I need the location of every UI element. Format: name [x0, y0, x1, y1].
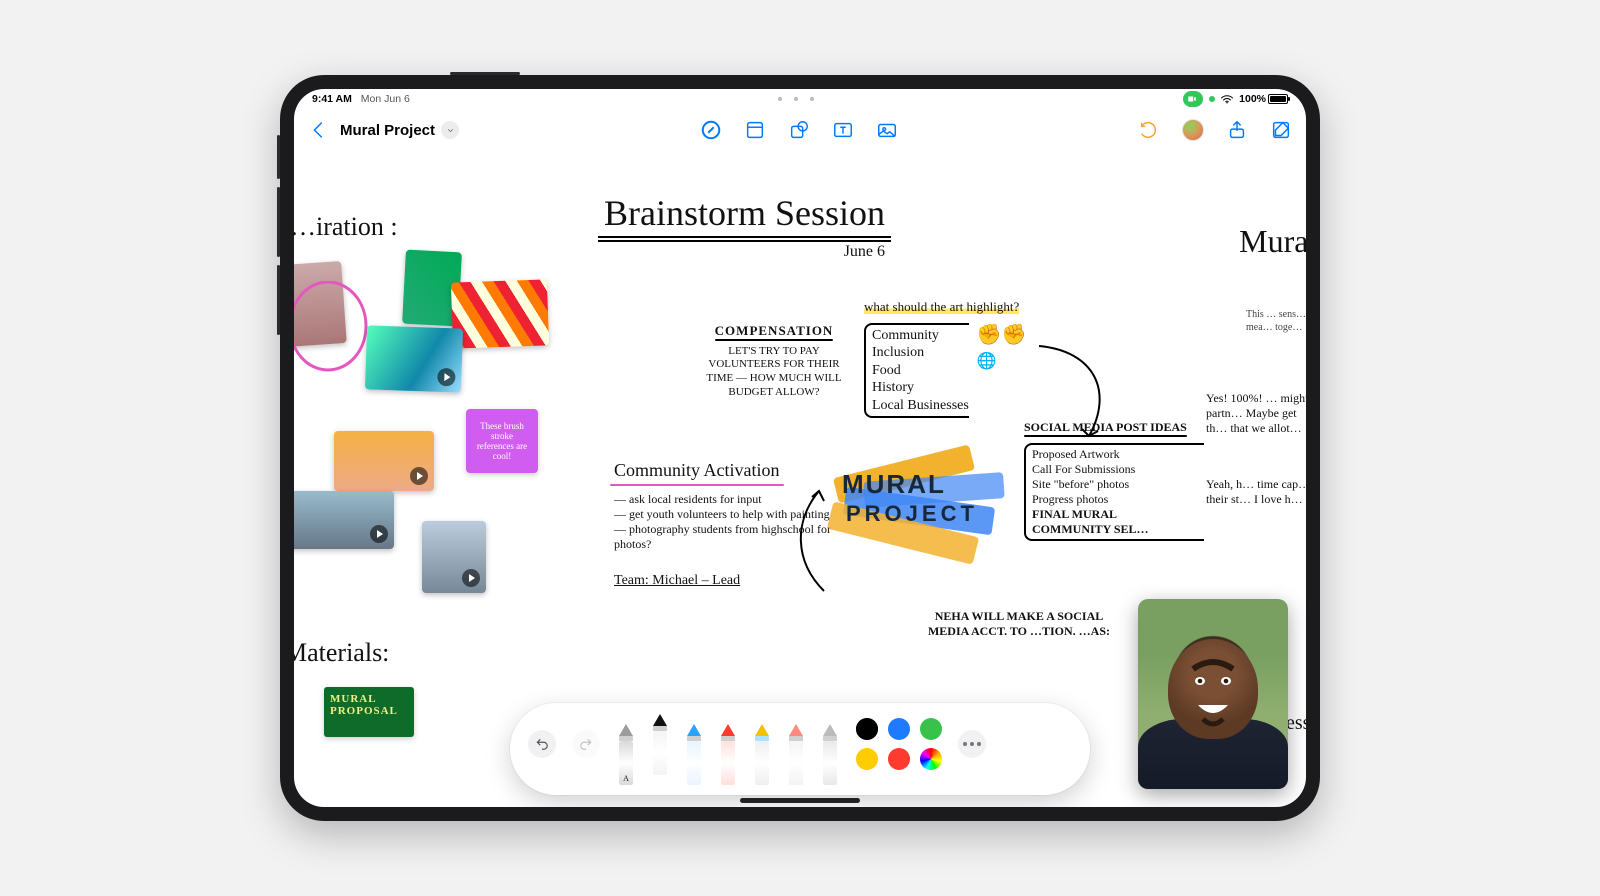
undo-button[interactable]: [528, 730, 556, 758]
compensation-body: LET'S TRY TO PAY VOLUNTEERS FOR THEIR TI…: [694, 345, 854, 400]
compensation-heading: COMPENSATION: [715, 323, 834, 339]
highlight-question: what should the art highlight?: [864, 299, 1019, 314]
status-date: Mon Jun 6: [361, 93, 410, 105]
play-icon: [462, 569, 480, 587]
play-icon: [437, 368, 456, 387]
materials-heading: Materials:: [294, 637, 389, 670]
screen: 9:41 AM Mon Jun 6 100%: [294, 89, 1306, 807]
status-time: 9:41 AM: [312, 93, 352, 105]
facetime-pip[interactable]: [1138, 599, 1288, 789]
app-toolbar: Mural Project: [294, 109, 1306, 151]
share-icon[interactable]: [1226, 119, 1248, 141]
play-icon: [370, 525, 388, 543]
board-title[interactable]: Mural Project: [340, 122, 435, 139]
color-swatch[interactable]: [856, 748, 878, 770]
photo-thumb[interactable]: [422, 521, 486, 593]
photo-thumb[interactable]: [334, 431, 434, 491]
location-dot: [1209, 96, 1215, 102]
fist-doodle: ✊✊🌐: [977, 323, 1027, 419]
multitask-dots[interactable]: [778, 97, 814, 101]
tool-ruler[interactable]: [820, 724, 840, 785]
battery-indicator: 100%: [1239, 93, 1288, 105]
tool-row: A: [616, 724, 840, 785]
right-paragraph: This … sens… mea… toge…: [1246, 309, 1306, 334]
collaborator-avatar[interactable]: [1182, 119, 1204, 141]
photo-thumb[interactable]: [365, 325, 463, 392]
canvas-title-date: June 6: [604, 242, 885, 262]
photo-thumb[interactable]: [294, 491, 394, 549]
tool-highlighter[interactable]: [718, 724, 738, 785]
sticky-note[interactable]: These brush stroke references are cool!: [466, 409, 538, 473]
color-swatch[interactable]: [888, 748, 910, 770]
compose-icon[interactable]: [1270, 119, 1292, 141]
pencil-palette: A: [510, 703, 1090, 795]
tool-eraser[interactable]: [786, 724, 806, 785]
social-heading: SOCIAL MEDIA POST IDEAS: [1024, 420, 1187, 435]
tool-pen[interactable]: [650, 714, 670, 775]
highlight-list: Community Inclusion Food History Local B…: [864, 323, 969, 419]
tool-paint[interactable]: [752, 724, 772, 785]
face-illustration: [1168, 639, 1258, 739]
proposal-card[interactable]: MURAL PROPOSAL: [324, 687, 414, 737]
tool-pencil[interactable]: A: [616, 724, 636, 785]
pen-tool-icon[interactable]: [700, 119, 722, 141]
activation-heading: Community Activation: [614, 459, 780, 482]
sticky-note-icon[interactable]: [744, 119, 766, 141]
wifi-icon: [1221, 95, 1233, 104]
volume-button: [277, 135, 280, 179]
mural-logo: MURAL PROJECT: [824, 451, 1004, 571]
social-list: Proposed Artwork Call For Submissions Si…: [1024, 443, 1204, 541]
title-menu-button[interactable]: [441, 121, 459, 139]
ipad-device-frame: 9:41 AM Mon Jun 6 100%: [280, 75, 1320, 821]
inspiration-heading: …iration :: [294, 211, 398, 244]
battery-pct: 100%: [1239, 93, 1266, 105]
tool-marker[interactable]: [684, 724, 704, 785]
shape-insert-icon[interactable]: [788, 119, 810, 141]
back-button[interactable]: [308, 119, 330, 141]
color-swatch[interactable]: [888, 718, 910, 740]
more-button[interactable]: [958, 730, 986, 758]
play-icon: [410, 467, 428, 485]
status-bar: 9:41 AM Mon Jun 6 100%: [294, 89, 1306, 109]
right-title: Mural (: [1239, 221, 1306, 261]
color-swatch[interactable]: [920, 718, 942, 740]
facetime-pill[interactable]: [1183, 91, 1203, 107]
color-swatch[interactable]: [920, 748, 942, 770]
volume-button: [277, 187, 280, 257]
freeform-canvas[interactable]: Brainstorm Session June 6 …iration : The…: [294, 151, 1306, 807]
text-box-icon[interactable]: [832, 119, 854, 141]
media-insert-icon[interactable]: [876, 119, 898, 141]
right-yeah: Yeah, h… time cap… their st… I love h…: [1206, 477, 1306, 507]
right-yes: Yes! 100%! … might partn… Maybe get th… …: [1206, 391, 1306, 436]
redo-button[interactable]: [572, 730, 600, 758]
power-button: [450, 72, 520, 75]
color-picker: [856, 718, 942, 770]
color-swatch[interactable]: [856, 718, 878, 740]
photo-thumb[interactable]: [451, 279, 549, 348]
neha-note: NEHA WILL MAKE A SOCIAL MEDIA ACCT. TO ……: [924, 609, 1114, 639]
canvas-title: Brainstorm Session: [604, 191, 885, 236]
volume-button: [277, 265, 280, 335]
home-indicator[interactable]: [740, 798, 860, 803]
undo-icon[interactable]: [1138, 119, 1160, 141]
